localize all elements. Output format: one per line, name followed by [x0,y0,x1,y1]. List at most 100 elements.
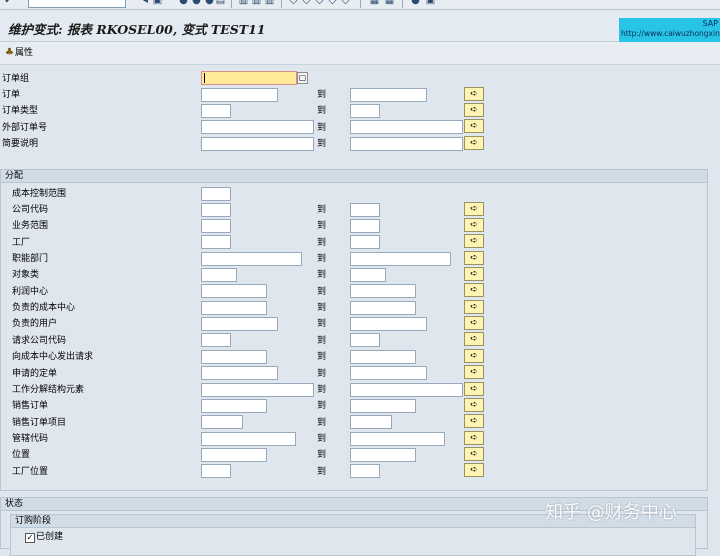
jurisdiction-code-from-input[interactable] [201,432,296,446]
short-text-to-input[interactable] [350,137,463,151]
multiple-selection-arrow-icon[interactable]: ➪ [464,365,484,379]
functional-area-to-input[interactable] [350,252,451,266]
to-label: 到 [317,450,327,460]
field-label: 请求公司代码 [12,336,67,346]
last-page-icon[interactable]: ◇ [314,0,325,7]
multiple-selection-arrow-icon[interactable]: ➪ [464,463,484,477]
profit-center-to-input[interactable] [350,284,416,298]
requesting-company-code-to-input[interactable] [350,333,380,347]
profit-center-from-input[interactable] [201,284,267,298]
first-page-icon[interactable]: ▥ [264,0,275,7]
command-field[interactable] [28,0,126,8]
functional-area-from-input[interactable] [201,252,302,266]
order-type-from-input[interactable] [201,104,231,118]
sap-logo: SAP http://www.caiwuzhongxin.cn [619,18,720,42]
multiple-selection-arrow-icon[interactable]: ➪ [464,431,484,445]
business-area-from-input[interactable] [201,219,231,233]
layout-icon[interactable]: ▦ [369,0,380,7]
order-to-input[interactable] [350,88,427,102]
sales-order-item-from-input[interactable] [201,415,243,429]
requesting-company-code-from-input[interactable] [201,333,231,347]
responsible-user-from-input[interactable] [201,317,278,331]
created-checkbox[interactable]: ✓ [25,533,35,543]
print-icon[interactable]: ▤ [215,0,226,7]
company-code-to-input[interactable] [350,203,380,217]
plant-location-from-input[interactable] [201,464,231,478]
cancel-icon[interactable]: ● [204,0,215,7]
multiple-selection-arrow-icon[interactable]: ➪ [464,382,484,396]
enter-icon[interactable]: ✔ [3,0,14,7]
attributes-button[interactable]: ♣属性 [5,46,33,60]
multiple-selection-arrow-icon[interactable]: ➪ [464,202,484,216]
requesting-cost-center-to-input[interactable] [350,350,416,364]
responsible-user-to-input[interactable] [350,317,427,331]
multiple-selection-arrow-icon[interactable]: ➪ [464,251,484,265]
multiple-selection-arrow-icon[interactable]: ➪ [464,87,484,101]
responsible-cost-center-to-input[interactable] [350,301,416,315]
business-area-to-input[interactable] [350,219,380,233]
multiple-selection-arrow-icon[interactable]: ➪ [464,103,484,117]
object-class-to-input[interactable] [350,268,386,282]
wbs-element-to-input[interactable] [350,383,463,397]
field-label: 职能部门 [12,254,49,264]
save-icon[interactable]: ▣ [152,0,163,7]
multiple-selection-arrow-icon[interactable]: ➪ [464,267,484,281]
location-to-input[interactable] [350,448,416,462]
sales-order-from-input[interactable] [201,399,267,413]
multiple-selection-arrow-icon[interactable]: ➪ [464,447,484,461]
previous-page-icon[interactable]: ◇ [288,0,299,7]
multiple-selection-arrow-icon[interactable]: ➪ [464,136,484,150]
field-label: 工厂 [12,238,31,248]
order-from-input[interactable] [201,88,278,102]
requesting-order-from-input[interactable] [201,366,278,380]
exit-icon[interactable]: ● [191,0,202,7]
multiple-selection-arrow-icon[interactable]: ➪ [464,234,484,248]
object-class-from-input[interactable] [201,268,237,282]
order-type-to-input[interactable] [350,104,380,118]
multiple-selection-arrow-icon[interactable]: ➪ [464,349,484,363]
multiple-selection-arrow-icon[interactable]: ➪ [464,119,484,133]
sales-order-to-input[interactable] [350,399,416,413]
to-label: 到 [317,467,327,477]
multiple-selection-arrow-icon[interactable]: ➪ [464,283,484,297]
multiple-selection-arrow-icon[interactable]: ➪ [464,332,484,346]
sales-order-item-to-input[interactable] [350,415,392,429]
external-order-to-input[interactable] [350,120,463,134]
external-order-from-input[interactable] [201,120,314,134]
plant-from-input[interactable] [201,235,231,249]
back-icon[interactable]: ● [178,0,189,7]
monitor-icon[interactable]: ▣ [425,0,436,7]
customize-icon[interactable]: ▦ [384,0,395,7]
multiple-selection-arrow-icon[interactable]: ➪ [464,414,484,428]
requesting-cost-center-from-input[interactable] [201,350,267,364]
multiple-selection-arrow-icon[interactable]: ➪ [464,218,484,232]
multiple-selection-arrow-icon[interactable]: ➪ [464,300,484,314]
title-bar: 维护变式: 报表 RKOSEL00, 变式 TEST11 SAP http://… [0,10,720,42]
multiple-selection-arrow-icon[interactable]: ➪ [464,398,484,412]
multiple-selection-arrow-icon[interactable]: ➪ [464,316,484,330]
controlling-area-input[interactable] [201,187,231,201]
group-title: 状态 [5,499,24,509]
field-label: 订单类型 [2,106,39,116]
wbs-element-from-input[interactable] [201,383,314,397]
jurisdiction-code-to-input[interactable] [350,432,445,446]
new-session-icon[interactable]: ◇ [327,0,338,7]
to-label: 到 [317,319,327,329]
plant-to-input[interactable] [350,235,380,249]
find-next-icon[interactable]: ▥ [251,0,262,7]
help-icon[interactable]: ● [410,0,421,7]
location-from-input[interactable] [201,448,267,462]
company-code-from-input[interactable] [201,203,231,217]
find-icon[interactable]: ▥ [238,0,249,7]
multiple-values-icon[interactable]: ▢ [297,72,308,84]
field-label: 位置 [12,450,31,460]
shortcut-icon[interactable]: ◇ [340,0,351,7]
responsible-cost-center-from-input[interactable] [201,301,267,315]
plant-location-to-input[interactable] [350,464,380,478]
short-text-from-input[interactable] [201,137,314,151]
expand-icon[interactable]: ◂ [140,0,151,7]
to-label: 到 [317,238,327,248]
next-page-icon[interactable]: ◇ [301,0,312,7]
requesting-order-to-input[interactable] [350,366,427,380]
order-group-input[interactable] [201,71,297,85]
